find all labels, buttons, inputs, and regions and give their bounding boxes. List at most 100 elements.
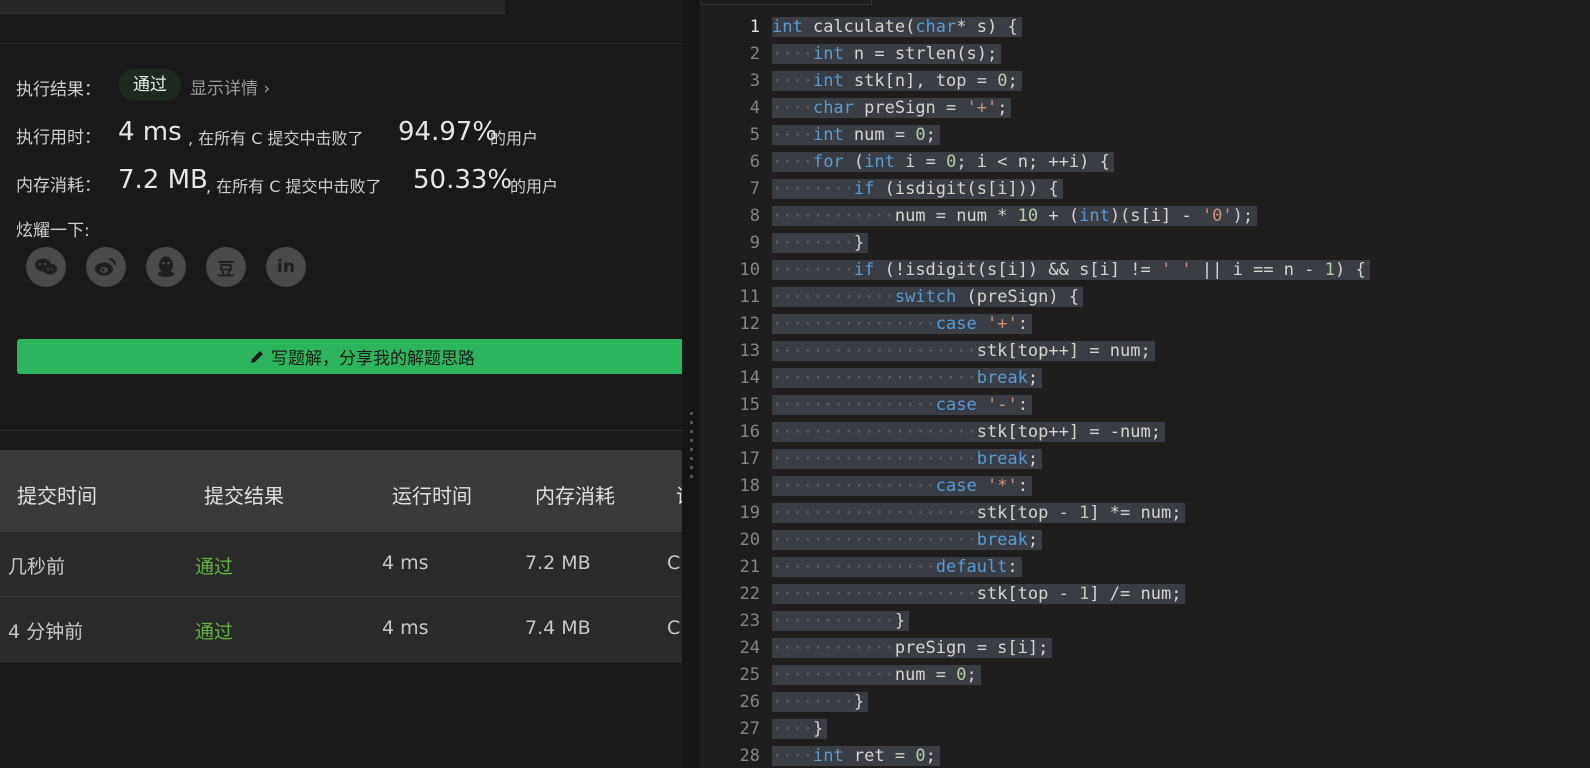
code-line[interactable]: ············preSign = s[i]; bbox=[772, 635, 1370, 662]
code-line[interactable]: ········if (isdigit(s[i])) { bbox=[772, 176, 1370, 203]
line-number: 25 bbox=[739, 665, 760, 685]
code-line-text: ········if (!isdigit(s[i]) && s[i] != ' … bbox=[772, 260, 1370, 280]
table-row[interactable]: 4 分钟前 通过 4 ms 7.4 MB C bbox=[0, 597, 682, 662]
code-line[interactable]: ····················stk[top++] = num; bbox=[772, 338, 1370, 365]
code-line-text: ············num = 0; bbox=[772, 665, 981, 685]
code-line[interactable]: ····} bbox=[772, 716, 1370, 743]
share-label: 炫耀一下: bbox=[16, 221, 90, 241]
line-number: 6 bbox=[749, 152, 760, 172]
result-panel: 执行结果： 通过 显示详情 › 执行用时： 4 ms , 在所有 C 提交中击败… bbox=[0, 0, 682, 768]
code-line[interactable]: ····················break; bbox=[772, 365, 1370, 392]
code-line[interactable]: ········} bbox=[772, 230, 1370, 257]
line-number: 3 bbox=[749, 71, 760, 91]
line-number: 10 bbox=[739, 260, 760, 280]
code-line-text: ····int n = strlen(s); bbox=[772, 44, 1002, 64]
code-line[interactable]: ················case '+': bbox=[772, 311, 1370, 338]
code-line[interactable]: ················case '-': bbox=[772, 392, 1370, 419]
line-number: 23 bbox=[739, 611, 760, 631]
drag-dots-icon bbox=[690, 412, 693, 482]
code-line[interactable]: ····char preSign = '+'; bbox=[772, 95, 1370, 122]
line-number: 4 bbox=[749, 98, 760, 118]
code-line-text: ····················break; bbox=[772, 449, 1043, 469]
code-line[interactable]: ········} bbox=[772, 689, 1370, 716]
cell-memory: 7.2 MB bbox=[525, 552, 591, 574]
table-row[interactable]: 几秒前 通过 4 ms 7.2 MB C bbox=[0, 532, 682, 597]
code-line[interactable]: ····················stk[top - 1] /= num; bbox=[772, 581, 1370, 608]
memory-label: 内存消耗： bbox=[16, 176, 101, 196]
code-line-text: ········} bbox=[772, 692, 869, 712]
line-number: 24 bbox=[739, 638, 760, 658]
submissions-table-header: 提交时间 提交结果 运行时间 内存消耗 语 bbox=[0, 450, 682, 532]
show-details-link[interactable]: 显示详情 › bbox=[190, 74, 270, 99]
code-line[interactable]: ········if (!isdigit(s[i]) && s[i] != ' … bbox=[772, 257, 1370, 284]
code-line-text: ····int num = 0; bbox=[772, 125, 940, 145]
code-line[interactable]: ····················break; bbox=[772, 446, 1370, 473]
write-solution-button[interactable]: 写题解，分享我的解题思路 bbox=[17, 339, 682, 374]
line-number: 15 bbox=[739, 395, 760, 415]
code-line[interactable]: ················case '*': bbox=[772, 473, 1370, 500]
code-line-text: ····················stk[top - 1] /= num; bbox=[772, 584, 1186, 604]
douban-glyph: 豆 bbox=[217, 259, 235, 280]
header-submit-time: 提交时间 bbox=[17, 484, 97, 508]
resize-handle[interactable] bbox=[682, 0, 700, 768]
code-line-text: ····················break; bbox=[772, 368, 1043, 388]
code-line-text: ············preSign = s[i]; bbox=[772, 638, 1053, 658]
code-line-text: ····int ret = 0; bbox=[772, 746, 940, 766]
cell-runtime: 4 ms bbox=[382, 617, 429, 639]
linkedin-icon[interactable]: in bbox=[266, 247, 306, 287]
line-number: 28 bbox=[739, 746, 760, 766]
line-number: 26 bbox=[739, 692, 760, 712]
qq-icon[interactable] bbox=[146, 247, 186, 287]
header-runtime: 运行时间 bbox=[392, 484, 472, 508]
line-number: 21 bbox=[739, 557, 760, 577]
line-number: 9 bbox=[749, 233, 760, 253]
line-number: 7 bbox=[749, 179, 760, 199]
code-line-text: ····for (int i = 0; i < n; ++i) { bbox=[772, 152, 1114, 172]
weibo-icon[interactable] bbox=[86, 247, 126, 287]
memory-percentile: 50.33% bbox=[413, 165, 513, 195]
code-line-text: ················case '-': bbox=[772, 395, 1032, 415]
runtime-suffix: 的用户 bbox=[490, 129, 539, 148]
code-line[interactable]: ············num = num * 10 + (int)(s[i] … bbox=[772, 203, 1370, 230]
code-line[interactable]: ············num = 0; bbox=[772, 662, 1370, 689]
cell-status[interactable]: 通过 bbox=[195, 552, 233, 579]
line-number: 16 bbox=[739, 422, 760, 442]
code-line[interactable]: ················default: bbox=[772, 554, 1370, 581]
code-line[interactable]: ····int ret = 0; bbox=[772, 743, 1370, 768]
wechat-icon[interactable] bbox=[26, 247, 66, 287]
code-line[interactable]: ············} bbox=[772, 608, 1370, 635]
code-line[interactable]: ············switch (preSign) { bbox=[772, 284, 1370, 311]
code-line[interactable]: ····················break; bbox=[772, 527, 1370, 554]
code-line-text: ············switch (preSign) { bbox=[772, 287, 1084, 307]
code-line-text: ····················stk[top++] = num; bbox=[772, 341, 1155, 361]
code-area[interactable]: int calculate(char* s) { ····int n = strl… bbox=[772, 14, 1370, 768]
header-submit-result: 提交结果 bbox=[204, 484, 284, 508]
top-tab-strip bbox=[0, 0, 505, 14]
runtime-value: 4 ms bbox=[118, 117, 182, 147]
code-editor[interactable]: 1 2 3 4 5 6 7 8 9 10 11 12 13 14 15 16 17 18 19 20 21 22 23 24 2… bbox=[700, 0, 1590, 768]
code-line[interactable]: int calculate(char* s) { bbox=[772, 14, 1370, 41]
code-line[interactable]: ····for (int i = 0; i < n; ++i) { bbox=[772, 149, 1370, 176]
code-line[interactable]: ····················stk[top++] = -num; bbox=[772, 419, 1370, 446]
code-line[interactable]: ····int stk[n], top = 0; bbox=[772, 68, 1370, 95]
editor-top-tab bbox=[700, 0, 872, 5]
code-line-text: ················default: bbox=[772, 557, 1022, 577]
line-number-gutter: 1 2 3 4 5 6 7 8 9 10 11 12 13 14 15 16 17 18 19 20 21 22 23 24 2… bbox=[700, 14, 760, 768]
memory-beat-text: , 在所有 C 提交中击败了 bbox=[206, 177, 382, 196]
code-line-text: int calculate(char* s) { bbox=[772, 17, 1022, 37]
code-line[interactable]: ····int num = 0; bbox=[772, 122, 1370, 149]
cell-status[interactable]: 通过 bbox=[195, 617, 233, 644]
code-line[interactable]: ····················stk[top - 1] *= num; bbox=[772, 500, 1370, 527]
line-number: 13 bbox=[739, 341, 760, 361]
header-memory: 内存消耗 bbox=[535, 484, 615, 508]
line-number: 22 bbox=[739, 584, 760, 604]
code-line-text: ················case '+': bbox=[772, 314, 1032, 334]
code-line-text: ····char preSign = '+'; bbox=[772, 98, 1012, 118]
douban-icon[interactable]: 豆 bbox=[206, 247, 246, 287]
cell-time: 4 分钟前 bbox=[8, 621, 84, 643]
code-line[interactable]: ····int n = strlen(s); bbox=[772, 41, 1370, 68]
line-number: 27 bbox=[739, 719, 760, 739]
line-number: 14 bbox=[739, 368, 760, 388]
code-line-text: ····} bbox=[772, 719, 828, 739]
cell-memory: 7.4 MB bbox=[525, 617, 591, 639]
